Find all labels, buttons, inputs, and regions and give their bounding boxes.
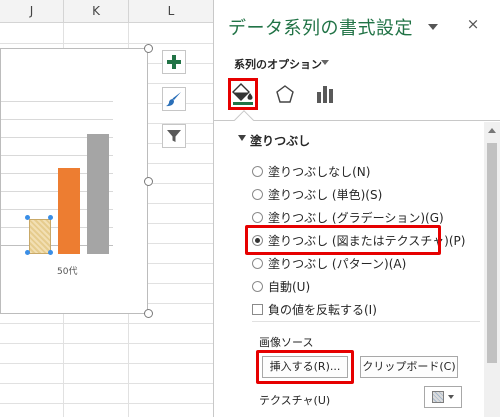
grid-line — [0, 403, 213, 404]
tab-fill-line[interactable] — [228, 78, 258, 110]
radio-label: 塗りつぶし (グラデーション)(G) — [268, 210, 444, 225]
resize-handle[interactable] — [144, 309, 153, 318]
selection-handle[interactable] — [25, 250, 30, 255]
column-header-row: J K L — [0, 0, 213, 23]
highlight-box — [256, 350, 354, 384]
column-header-l[interactable]: L — [129, 0, 213, 23]
active-tab-pointer — [234, 110, 254, 130]
radio-label: 自動(U) — [268, 279, 311, 294]
chart-gridline — [1, 119, 113, 120]
plus-icon — [167, 55, 181, 69]
resize-handle[interactable] — [144, 44, 153, 53]
radio-pattern-fill[interactable]: 塗りつぶし (パターン)(A) — [252, 254, 406, 272]
filter-icon — [167, 130, 181, 142]
collapse-caret-icon[interactable] — [238, 135, 246, 141]
radio-automatic-fill[interactable]: 自動(U) — [252, 277, 310, 295]
grid-line — [0, 383, 213, 384]
format-data-series-pane: データ系列の書式設定 × 系列のオプション 塗りつぶし 塗りつぶしなし(N) 塗… — [214, 0, 500, 417]
worksheet[interactable]: J K L 50代 — [0, 0, 213, 417]
radio-button[interactable] — [252, 257, 263, 269]
brush-icon — [166, 92, 181, 107]
chevron-down-icon — [448, 395, 454, 399]
selection-handle[interactable] — [25, 215, 30, 220]
checkbox-label: 負の値を反転する(I) — [268, 302, 377, 317]
tab-series-options[interactable] — [310, 78, 340, 110]
radio-label: 塗りつぶし (パターン)(A) — [268, 256, 407, 271]
series-options-bars-icon — [317, 86, 333, 103]
chart-styles-button[interactable] — [162, 87, 186, 111]
radio-label: 塗りつぶしなし(N) — [268, 164, 371, 179]
chart-area[interactable]: 50代 — [0, 48, 148, 314]
selection-handle[interactable] — [48, 215, 53, 220]
radio-button[interactable] — [252, 165, 263, 177]
column-header-k[interactable]: K — [64, 0, 129, 23]
radio-button[interactable] — [252, 188, 263, 200]
tab-separator — [214, 120, 500, 121]
radio-no-fill[interactable]: 塗りつぶしなし(N) — [252, 162, 370, 180]
grid-line — [0, 43, 213, 44]
highlight-box — [245, 225, 441, 255]
scroll-up-icon[interactable] — [488, 128, 496, 133]
chart-filters-button[interactable] — [162, 124, 186, 148]
chevron-down-icon[interactable] — [321, 60, 329, 65]
fill-line-icon — [232, 83, 253, 105]
grid-line — [0, 323, 213, 324]
column-header-j[interactable]: J — [0, 0, 64, 23]
radio-gradient-fill[interactable]: 塗りつぶし (グラデーション)(G) — [252, 208, 444, 226]
effects-pentagon-icon — [276, 85, 294, 103]
chart-bar-series2[interactable] — [58, 168, 80, 254]
grid-line — [0, 363, 213, 364]
pane-options-caret-icon[interactable] — [428, 24, 438, 30]
radio-solid-fill[interactable]: 塗りつぶし (単色)(S) — [252, 185, 382, 203]
scrollbar-thumb[interactable] — [487, 143, 497, 363]
category-axis-label: 50代 — [57, 267, 78, 277]
clipboard-button[interactable]: クリップボード(C) — [360, 356, 458, 378]
texture-picker[interactable] — [424, 386, 462, 408]
tab-effects[interactable] — [270, 78, 300, 110]
section-title-fill[interactable]: 塗りつぶし — [250, 132, 310, 149]
selection-handle[interactable] — [48, 250, 53, 255]
image-source-label: 画像ソース — [259, 336, 314, 349]
grid-line — [0, 343, 213, 344]
radio-button[interactable] — [252, 280, 263, 292]
pane-title: データ系列の書式設定 — [228, 18, 413, 39]
subsection-separator — [252, 321, 480, 322]
chart-elements-button[interactable] — [162, 50, 186, 74]
chart-gridline — [1, 101, 113, 102]
checkbox[interactable] — [252, 303, 263, 315]
texture-swatch-icon — [432, 391, 444, 403]
radio-label: 塗りつぶし (単色)(S) — [268, 187, 383, 202]
texture-label: テクスチャ(U) — [259, 394, 331, 407]
radio-button[interactable] — [252, 211, 263, 223]
resize-handle[interactable] — [144, 177, 153, 186]
close-icon[interactable]: × — [464, 15, 482, 33]
chart-bar-series3[interactable] — [87, 134, 109, 254]
chart-bar-selected[interactable] — [29, 219, 51, 254]
series-options-dropdown[interactable]: 系列のオプション — [234, 56, 322, 72]
invert-if-negative-checkbox[interactable]: 負の値を反転する(I) — [252, 300, 377, 318]
